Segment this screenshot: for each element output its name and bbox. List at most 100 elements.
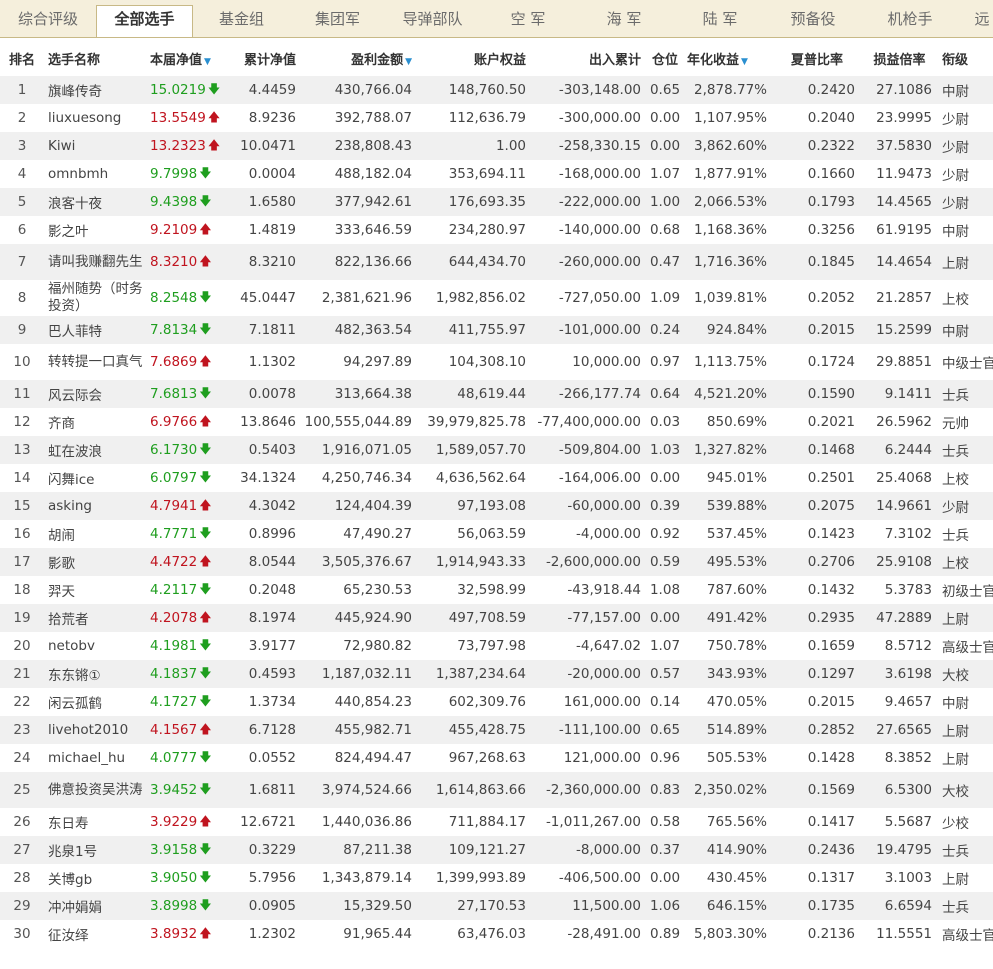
cell-name[interactable]: 征汝绎 <box>44 920 146 948</box>
arrow-down-icon: 🡇 <box>199 469 212 484</box>
tab-7[interactable]: 陆 军 <box>672 6 768 37</box>
table-row[interactable]: 1 旗峰传奇 15.0219 🡇 4.4459 430,766.04 148,760.50 -… <box>0 76 993 104</box>
cell-nav: 4.7941 🡅 <box>146 492 224 520</box>
cell-name[interactable]: 旗峰传奇 <box>44 76 146 104</box>
header-title[interactable]: 衔级 <box>938 40 993 76</box>
header-name[interactable]: 选手名称 <box>44 40 146 76</box>
table-row[interactable]: 20 netobv 4.1981 🡇 3.9177 72,980.82 73,797.98 -… <box>0 632 993 660</box>
cell-name[interactable]: 胡闹 <box>44 520 146 548</box>
cell-name[interactable]: 东日寿 <box>44 808 146 836</box>
cell-annual: 945.01% <box>706 470 767 486</box>
table-row[interactable]: 25 佛意投资吴洪涛 3.9452 🡇 1.6811 3,974,524.66 1,614,… <box>0 772 993 808</box>
cell-cum-nav: 1.6811 <box>248 782 296 798</box>
cell-name[interactable]: 浪客十夜 <box>44 188 146 216</box>
cell-name[interactable]: 风云际会 <box>44 380 146 408</box>
cell-cum-nav: 8.9236 <box>248 110 296 126</box>
cell-profit: 15,329.50 <box>343 898 412 914</box>
header-equity[interactable]: 账户权益 <box>418 40 532 76</box>
cell-name[interactable]: 兆泉1号 <box>44 836 146 864</box>
table-row[interactable]: 19 拾荒者 4.2078 🡅 8.1974 445,924.90 497,708.59 -7… <box>0 604 993 632</box>
header-annual[interactable]: 年化收益 ▼ <box>683 40 773 76</box>
cell-name[interactable]: 福州随势（时务投资） <box>44 280 146 316</box>
table-row[interactable]: 9 巴人菲特 7.8134 🡇 7.1811 482,363.54 411,755.97 -1… <box>0 316 993 344</box>
cell-name[interactable]: 影歌 <box>44 548 146 576</box>
tab-8[interactable]: 预备役 <box>768 6 858 37</box>
table-row[interactable]: 18 羿天 4.2117 🡇 0.2048 65,230.53 32,598.99 -43,9… <box>0 576 993 604</box>
cell-name[interactable]: 转转提一口真气 <box>44 344 146 380</box>
header-annual-label: 年化收益 <box>687 52 740 68</box>
cell-profit: 455,982.71 <box>334 722 412 738</box>
table-row[interactable]: 24 michael_hu 4.0777 🡇 0.0552 824,494.47 967,2… <box>0 744 993 772</box>
table-row[interactable]: 22 闲云孤鹤 4.1727 🡇 1.3734 440,854.23 602,309.76 1… <box>0 688 993 716</box>
tab-3[interactable]: 集团军 <box>290 6 385 37</box>
tab-4[interactable]: 导弹部队 <box>385 6 480 37</box>
cell-name[interactable]: livehot2010 <box>44 716 146 744</box>
table-row[interactable]: 21 东东锵① 4.1837 🡇 0.4593 1,187,032.11 1,387,234… <box>0 660 993 688</box>
header-rank[interactable]: 排名 <box>0 40 44 76</box>
tab-9[interactable]: 机枪手 <box>858 6 962 37</box>
table-row[interactable]: 2 liuxuesong 13.5549 🡅 8.9236 392,788.07 112,6… <box>0 104 993 132</box>
cell-equity: 4,636,562.64 <box>435 470 526 486</box>
cell-name[interactable]: 冲冲娟娟 <box>44 892 146 920</box>
header-position[interactable]: 仓位 <box>647 40 683 76</box>
cell-name[interactable]: omnbmh <box>44 160 146 188</box>
cell-name[interactable]: 齐商 <box>44 408 146 436</box>
tab-6[interactable]: 海 军 <box>576 6 672 37</box>
cell-name[interactable]: netobv <box>44 632 146 660</box>
tab-5[interactable]: 空 军 <box>480 6 576 37</box>
header-flow[interactable]: 出入累计 <box>532 40 647 76</box>
cell-flow: -111,100.00 <box>558 722 641 738</box>
tab-0[interactable]: 综合评级 <box>0 6 96 37</box>
header-cum-nav[interactable]: 累计净值 <box>224 40 302 76</box>
tab-1[interactable]: 全部选手 <box>96 5 193 37</box>
table-row[interactable]: 13 虹在波浪 6.1730 🡇 0.5403 1,916,071.05 1,589,057… <box>0 436 993 464</box>
cell-rank: 7 <box>17 254 27 270</box>
cell-name[interactable]: 拾荒者 <box>44 604 146 632</box>
cell-name[interactable]: michael_hu <box>44 744 146 772</box>
table-row[interactable]: 5 浪客十夜 9.4398 🡇 1.6580 377,942.61 176,693.35 -2… <box>0 188 993 216</box>
cell-cum-nav: 1.6580 <box>248 194 296 210</box>
cell-cum-nav: 0.4593 <box>248 666 296 682</box>
cell-flow: -2,360,000.00 <box>545 782 641 798</box>
table-row[interactable]: 16 胡闹 4.7771 🡇 0.8996 47,490.27 56,063.59 -4,00… <box>0 520 993 548</box>
nav-value: 15.0219 <box>150 81 206 98</box>
table-row[interactable]: 30 征汝绎 3.8932 🡅 1.2302 91,965.44 63,476.03 -28,… <box>0 920 993 948</box>
cell-name[interactable]: 佛意投资吴洪涛 <box>44 772 146 808</box>
cell-name[interactable]: 东东锵① <box>44 660 146 688</box>
cell-name[interactable]: 羿天 <box>44 576 146 604</box>
tab-2[interactable]: 基金组 <box>193 6 290 37</box>
table-row[interactable]: 10 转转提一口真气 7.6869 🡅 1.1302 94,297.89 104,308.1… <box>0 344 993 380</box>
table-row[interactable]: 6 影之叶 9.2109 🡅 1.4819 333,646.59 234,280.97 -14… <box>0 216 993 244</box>
table-row[interactable]: 12 齐商 6.9766 🡅 13.8646 100,555,044.89 39,979,8… <box>0 408 993 436</box>
table-row[interactable]: 26 东日寿 3.9229 🡅 12.6721 1,440,036.86 711,884.1… <box>0 808 993 836</box>
cell-name[interactable]: 关博gb <box>44 864 146 892</box>
table-row[interactable]: 14 闪舞ice 6.0797 🡇 34.1324 4,250,746.34 4,636,5… <box>0 464 993 492</box>
header-sharpe[interactable]: 夏普比率 <box>773 40 861 76</box>
cell-name[interactable]: 巴人菲特 <box>44 316 146 344</box>
header-profit[interactable]: 盈利金额 ▼ <box>302 40 418 76</box>
table-row[interactable]: 15 asking 4.7941 🡅 4.3042 124,404.39 97,193.08… <box>0 492 993 520</box>
tab-10[interactable]: 远 <box>962 6 993 37</box>
table-row[interactable]: 8 福州随势（时务投资） 8.2548 🡇 45.0447 2,381,621.96 1,9… <box>0 280 993 316</box>
table-row[interactable]: 23 livehot2010 4.1567 🡅 6.7128 455,982.71 455,… <box>0 716 993 744</box>
table-row[interactable]: 3 Kiwi 13.2323 🡅 10.0471 238,808.43 1.00 -258,3… <box>0 132 993 160</box>
cell-name[interactable]: 请叫我赚翻先生 <box>44 244 146 280</box>
cell-equity: 112,636.79 <box>448 110 526 126</box>
cell-name[interactable]: Kiwi <box>44 132 146 160</box>
table-row[interactable]: 11 风云际会 7.6813 🡇 0.0078 313,664.38 48,619.44 -2… <box>0 380 993 408</box>
cell-name[interactable]: 影之叶 <box>44 216 146 244</box>
cell-name[interactable]: 虹在波浪 <box>44 436 146 464</box>
header-nav[interactable]: 本届净值 ▼ <box>146 40 224 76</box>
table-row[interactable]: 29 冲冲娟娟 3.8998 🡇 0.0905 15,329.50 27,170.53 11,… <box>0 892 993 920</box>
cell-name[interactable]: asking <box>44 492 146 520</box>
table-row[interactable]: 27 兆泉1号 3.9158 🡇 0.3229 87,211.38 109,121.27 -8… <box>0 836 993 864</box>
table-row[interactable]: 4 omnbmh 9.7998 🡇 0.0004 488,182.04 353,694.11… <box>0 160 993 188</box>
cell-name[interactable]: 闪舞ice <box>44 464 146 492</box>
table-row[interactable]: 7 请叫我赚翻先生 8.3210 🡅 8.3210 822,136.66 644,434.7… <box>0 244 993 280</box>
table-row[interactable]: 17 影歌 4.4722 🡅 8.0544 3,505,376.67 1,914,943.3… <box>0 548 993 576</box>
header-pl-ratio[interactable]: 损益倍率 <box>861 40 938 76</box>
cell-name[interactable]: 闲云孤鹤 <box>44 688 146 716</box>
cell-name[interactable]: liuxuesong <box>44 104 146 132</box>
cell-annual: 765.56% <box>706 814 767 830</box>
table-row[interactable]: 28 关博gb 3.9050 🡇 5.7956 1,343,879.14 1,399,993… <box>0 864 993 892</box>
